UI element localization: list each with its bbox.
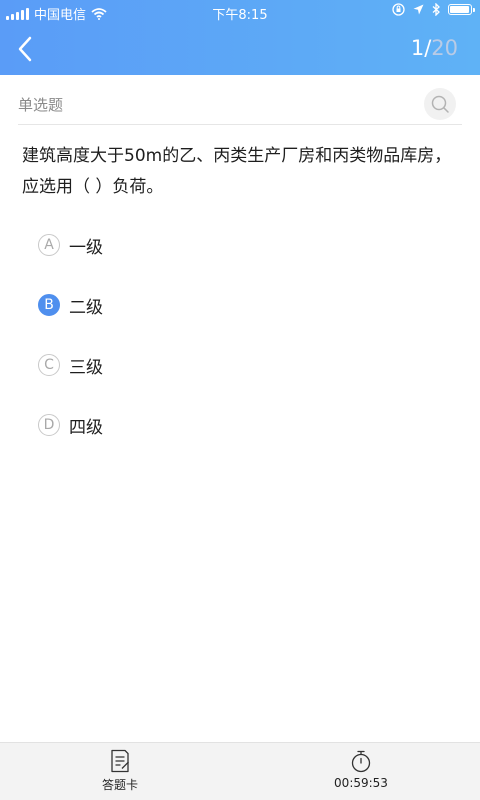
back-button[interactable] bbox=[10, 32, 42, 66]
search-button[interactable] bbox=[424, 88, 456, 120]
option-a[interactable]: A 一级 bbox=[38, 230, 338, 260]
bluetooth-icon bbox=[432, 3, 440, 16]
answer-card-label: 答题卡 bbox=[101, 778, 138, 792]
option-text: 一级 bbox=[69, 237, 103, 258]
stopwatch-icon bbox=[351, 750, 371, 773]
timer: 00:59:53 bbox=[301, 749, 421, 790]
question-text: 建筑高度大于50m的乙、丙类生产厂房和丙类物品库房，应选用（ ）负荷。 bbox=[22, 146, 452, 197]
question-counter: 1/20 bbox=[411, 36, 458, 60]
status-bar: 中国电信 下午8:15 bbox=[0, 0, 480, 24]
question-type-row: 单选题 bbox=[18, 88, 462, 125]
question-type-label: 单选题 bbox=[18, 96, 64, 114]
answer-card-button[interactable]: 答题卡 bbox=[60, 749, 180, 793]
option-letter: A bbox=[38, 234, 60, 256]
option-letter: D bbox=[38, 414, 60, 436]
option-letter: C bbox=[38, 354, 60, 376]
orientation-lock-icon bbox=[392, 3, 405, 16]
option-text: 四级 bbox=[69, 417, 103, 438]
search-icon bbox=[431, 95, 449, 113]
option-text: 三级 bbox=[69, 357, 103, 378]
option-text: 二级 bbox=[69, 297, 103, 318]
nav-bar: 1/20 bbox=[0, 24, 480, 75]
battery-icon bbox=[448, 4, 475, 15]
option-d[interactable]: D 四级 bbox=[38, 410, 338, 440]
total-question-count: 20 bbox=[431, 36, 458, 60]
current-question-number: 1 bbox=[410, 36, 425, 60]
answer-card-icon bbox=[111, 749, 129, 773]
option-b[interactable]: B 二级 bbox=[38, 290, 338, 320]
status-right bbox=[392, 3, 475, 16]
location-icon bbox=[413, 4, 424, 15]
option-letter: B bbox=[38, 294, 60, 316]
bottom-bar: 答题卡 00:59:53 bbox=[0, 742, 480, 800]
timer-value: 00:59:53 bbox=[334, 776, 388, 790]
option-c[interactable]: C 三级 bbox=[38, 350, 338, 380]
chevron-left-icon bbox=[18, 36, 32, 62]
top-bar: 中国电信 下午8:15 1/20 bbox=[0, 0, 480, 75]
